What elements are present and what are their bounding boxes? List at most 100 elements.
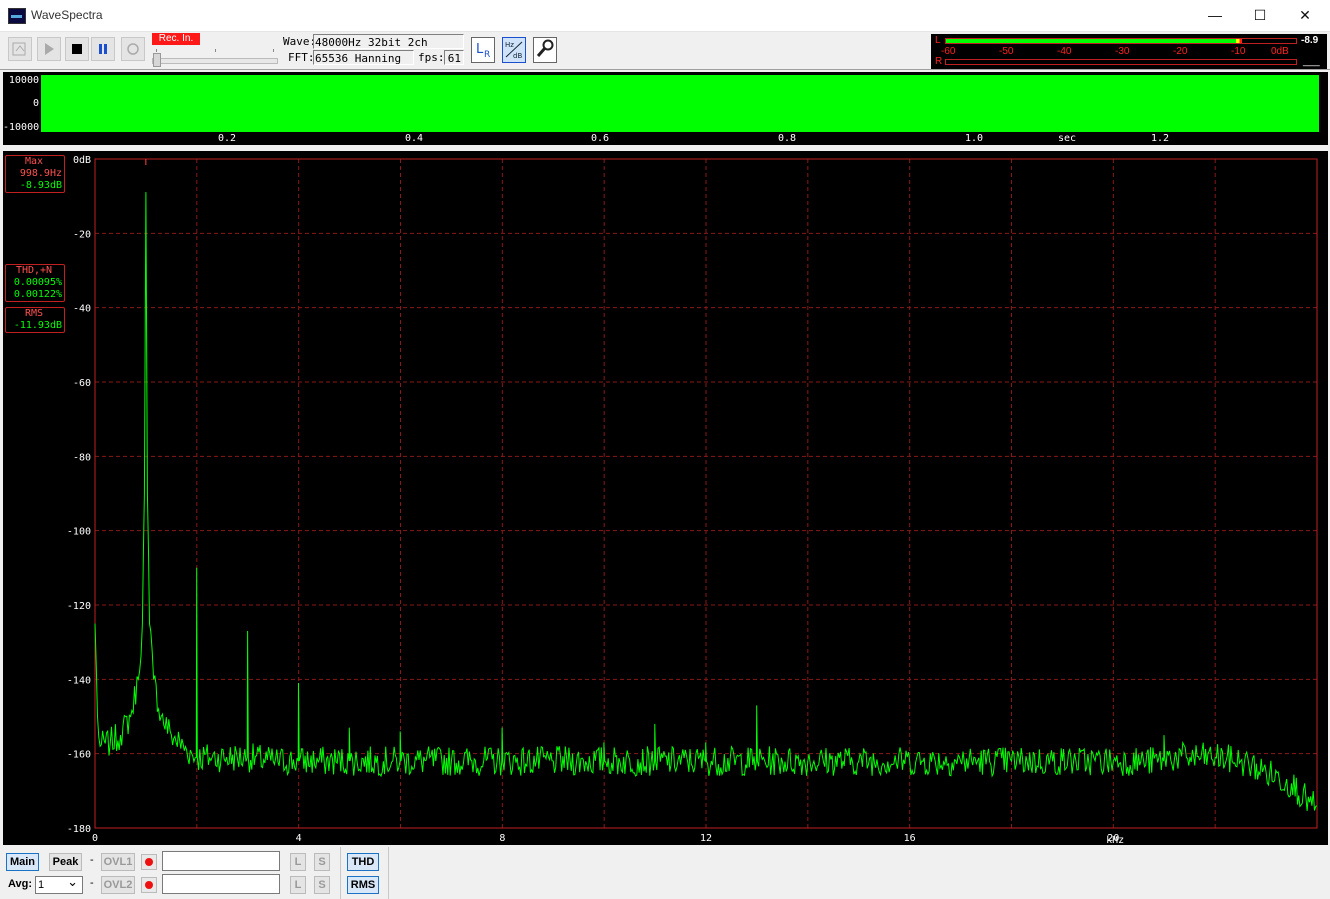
ovl2-stereo-button[interactable]: S (314, 876, 330, 894)
wave-format-value: 48000Hz 32bit 2ch (313, 34, 464, 49)
thdn-value: 0.00122% (13, 289, 62, 300)
waveform-x-tick: 0.2 (217, 133, 237, 144)
meter-right-bar-frame (945, 59, 1297, 65)
title-bar: WaveSpectra — ☐ ✕ (0, 0, 1330, 32)
ovl2-button[interactable]: OVL2 (101, 876, 135, 894)
minimize-button[interactable]: — (1192, 0, 1238, 31)
position-slider-thumb[interactable] (153, 53, 161, 67)
peak-button[interactable]: Peak (49, 853, 82, 871)
ovl2-record-button[interactable] (141, 877, 157, 893)
y-tick-label: -80 (73, 452, 91, 463)
waveform-x-tick: 1.0 (964, 133, 984, 144)
meter-left-level-bar (946, 39, 1243, 43)
stop-button[interactable] (65, 37, 89, 61)
bottom-bar: Main Peak - OVL1 L S Avg: 1 - OVL2 L S T… (0, 847, 1330, 899)
avg-select-value: 1 (38, 879, 45, 891)
x-axis-label: kHz (1106, 835, 1124, 845)
y-tick-label: -140 (67, 675, 91, 686)
meter-right-channel-label: R (935, 56, 943, 67)
hz-db-scale-button[interactable]: Hz dB (502, 37, 526, 63)
meter-scale-label: -50 (999, 46, 1014, 57)
wrench-icon (536, 39, 554, 57)
thd-button[interactable]: THD (347, 853, 379, 871)
slider-tick (215, 49, 216, 52)
close-button[interactable]: ✕ (1282, 0, 1328, 31)
level-meter: L R -60 -50 -40 -30 -20 -10 0dB -8.9 ___ (931, 34, 1327, 69)
slider-tick (273, 49, 274, 52)
svg-text:L: L (476, 42, 484, 57)
x-tick-label: 12 (700, 833, 712, 844)
avg-select[interactable]: 1 (35, 874, 83, 894)
hz-db-scale-icon: Hz dB (505, 41, 522, 60)
meter-scale-label: -60 (941, 46, 956, 57)
max-frequency: 998.9Hz (19, 168, 62, 179)
play-button[interactable] (37, 37, 61, 61)
rms-label: RMS (24, 308, 44, 319)
spectrum-chart[interactable]: 0dB -20 -40 -60 -80 -100 -120 -140 -160 -1800 4 8 12… (3, 151, 1328, 845)
window-title: WaveSpectra (31, 8, 103, 22)
waveform-x-tick: 1.2 (1150, 133, 1170, 144)
meter-scale-label: -10 (1231, 46, 1246, 57)
waveform-x-tick: 0.6 (590, 133, 610, 144)
spectrum-panel[interactable]: 0dB -20 -40 -60 -80 -100 -120 -140 -160 -180 0 4 8 12… (3, 151, 1328, 845)
main-button[interactable]: Main (6, 853, 39, 871)
ovl1-button[interactable]: OVL1 (101, 853, 135, 871)
rms-value: -11.93dB (13, 320, 62, 331)
open-file-button[interactable] (8, 37, 32, 61)
app-icon (8, 8, 26, 24)
waveform-plot[interactable] (41, 75, 1319, 132)
x-tick-label: 16 (904, 833, 916, 844)
waveform-x-tick: 0.4 (404, 133, 424, 144)
y-tick-label: -60 (73, 378, 91, 389)
ovl1-stereo-button[interactable]: S (314, 853, 330, 871)
y-tick-label: -40 (73, 304, 91, 315)
settings-button[interactable] (533, 37, 557, 63)
dash-separator: - (90, 854, 94, 866)
y-tick-label: 0dB (73, 155, 91, 166)
rms-readout-box: RMS -11.93dB (5, 307, 65, 333)
meter-scale-label: -20 (1173, 46, 1188, 57)
svg-text:Hz: Hz (505, 41, 514, 49)
maximize-button[interactable]: ☐ (1237, 0, 1283, 31)
thd-readout-box: THD,+N 0.00095% 0.00122% (5, 264, 65, 302)
divider (388, 847, 389, 899)
position-slider[interactable] (152, 58, 278, 64)
meter-right-readout: ___ (1303, 56, 1320, 67)
slider-tick (156, 49, 157, 52)
svg-text:dB: dB (513, 52, 522, 60)
thd-label: THD,+N (15, 265, 53, 276)
x-tick-label: 0 (92, 833, 98, 844)
max-readout-box: Max 998.9Hz -8.93dB (5, 155, 65, 193)
svg-text:R: R (484, 50, 490, 60)
ovl2-left-channel-button[interactable]: L (290, 876, 306, 894)
pause-icon (99, 44, 107, 54)
thd-value: 0.00095% (13, 277, 62, 288)
ovl2-file-field[interactable] (162, 874, 280, 894)
lr-channel-icon: LR (476, 42, 490, 60)
spectrum-series-line (94, 192, 1318, 812)
y-tick-label: -100 (67, 527, 91, 538)
x-tick-label: 4 (296, 833, 302, 844)
fft-setting-value: 65536 Hanning (313, 50, 414, 65)
waveform-y-label-zero: 0 (32, 98, 39, 109)
ovl1-record-button[interactable] (141, 854, 157, 870)
waveform-y-label-max: 10000 (8, 75, 39, 86)
meter-left-readout: -8.9 (1301, 35, 1319, 46)
record-button[interactable] (121, 37, 145, 61)
waveform-panel[interactable]: 10000 0 -10000 0.2 0.4 0.6 0.8 1.0 sec 1… (3, 72, 1328, 145)
toolbar: Rec. In. Wave: 48000Hz 32bit 2ch FFT: 65… (0, 32, 1330, 70)
dash-separator: - (90, 877, 94, 889)
avg-label: Avg: (8, 878, 33, 890)
rec-input-label[interactable]: Rec. In. (152, 33, 200, 45)
ovl1-left-channel-button[interactable]: L (290, 853, 306, 871)
ovl1-file-field[interactable] (162, 851, 280, 871)
pause-button[interactable] (91, 37, 115, 61)
rms-button[interactable]: RMS (347, 876, 379, 894)
open-file-icon (12, 42, 26, 56)
meter-scale-label: -40 (1057, 46, 1072, 57)
waveform-y-label-min: -10000 (3, 122, 40, 133)
lr-channel-button[interactable]: LR (471, 37, 495, 63)
play-icon (45, 43, 54, 55)
meter-scale-label: 0dB (1271, 46, 1289, 57)
max-level: -8.93dB (19, 180, 62, 191)
